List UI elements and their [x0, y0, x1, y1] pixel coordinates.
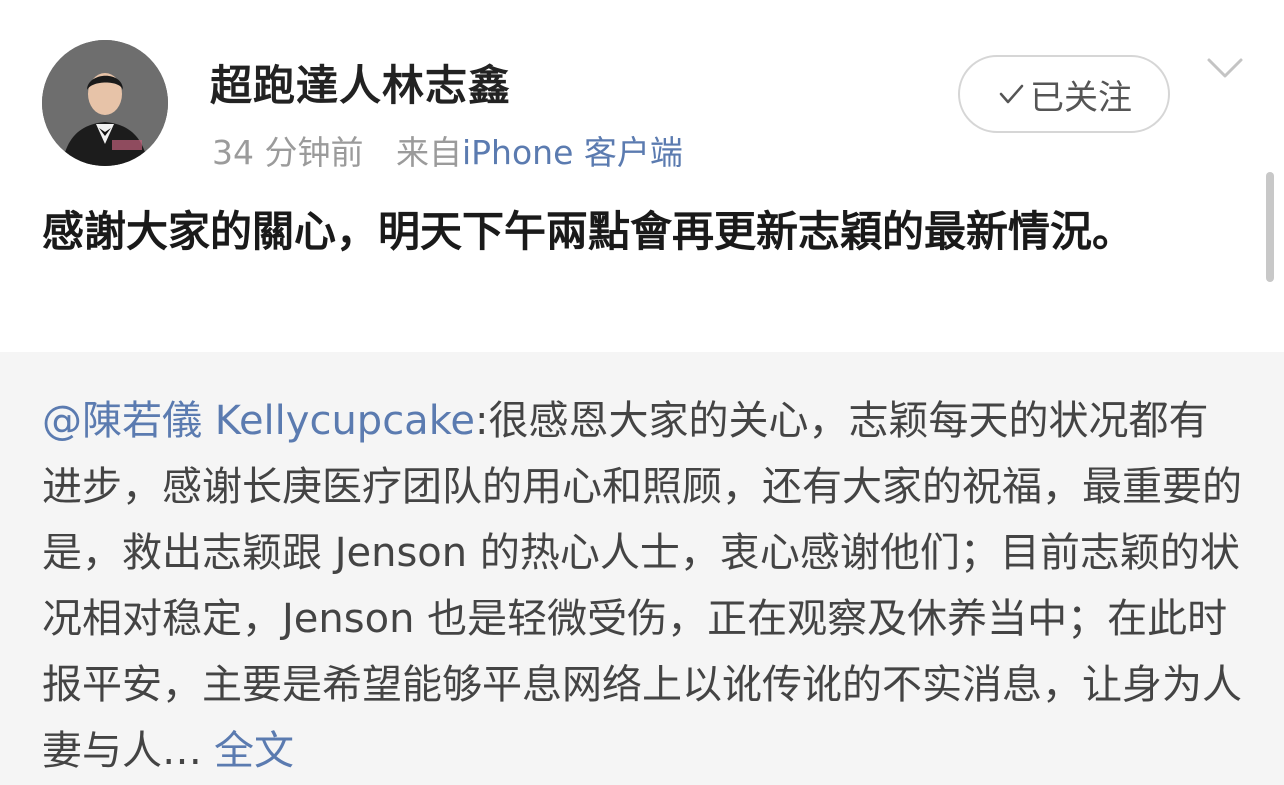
post-time: 34 分钟前 [212, 133, 364, 172]
scrollbar[interactable] [1266, 172, 1274, 282]
mention-link[interactable]: @陳若儀 Kellycupcake [42, 398, 475, 444]
repost-text: :很感恩大家的关心，志颖每天的状况都有进步，感谢长庚医疗团队的用心和照顾，还有大… [42, 398, 1242, 774]
post-body: 感謝大家的關心，明天下午兩點會再更新志穎的最新情況。 [42, 207, 1135, 256]
avatar[interactable] [42, 40, 168, 166]
check-icon [999, 84, 1024, 104]
weibo-post-screen: 超跑達人林志鑫 34 分钟前 来自iPhone 客户端 已关注 感謝大家的關心，… [0, 0, 1284, 785]
repost-body: @陳若儀 Kellycupcake:很感恩大家的关心，志颖每天的状况都有进步，感… [42, 388, 1242, 784]
post-source[interactable]: iPhone 客户端 [462, 133, 683, 172]
source-prefix: 来自 [395, 133, 462, 172]
full-text-link[interactable]: 全文 [214, 728, 294, 774]
chevron-down-icon[interactable] [1206, 56, 1244, 82]
repost-card[interactable]: @陳若儀 Kellycupcake:很感恩大家的关心，志颖每天的状况都有进步，感… [0, 352, 1284, 785]
post-meta: 34 分钟前 来自iPhone 客户端 [212, 126, 683, 174]
follow-button[interactable]: 已关注 [958, 55, 1170, 133]
author-name[interactable]: 超跑達人林志鑫 [210, 52, 511, 113]
profile-photo-icon [42, 40, 168, 166]
follow-label: 已关注 [1030, 77, 1132, 118]
